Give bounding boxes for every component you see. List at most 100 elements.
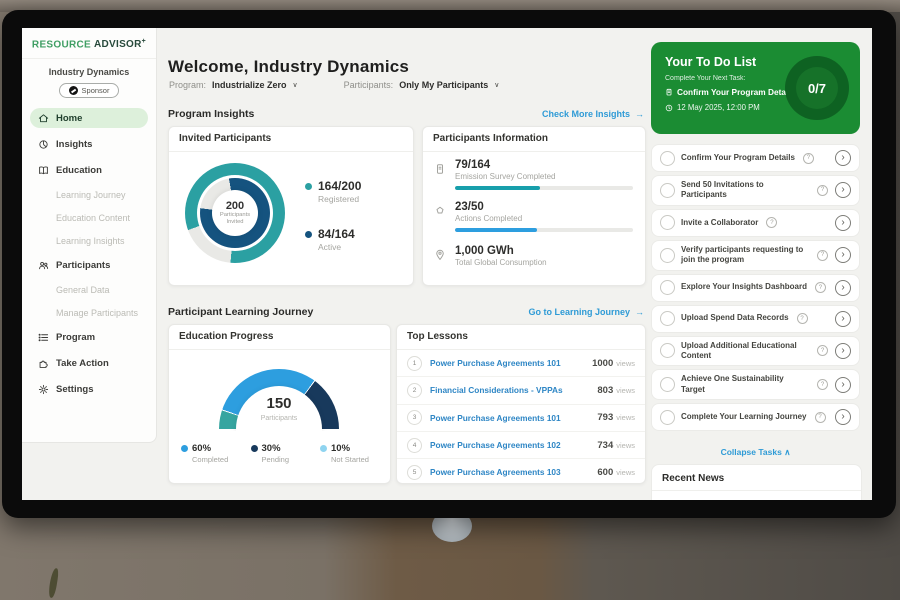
sidebar-item-manage-participants[interactable]: Manage Participants <box>30 304 148 321</box>
chevron-right-icon[interactable]: › <box>835 247 851 263</box>
task-checkbox[interactable] <box>660 248 675 263</box>
photo-background: RESOURCEADVISOR+ Industry Dynamics Spons… <box>0 0 900 600</box>
chevron-right-icon[interactable]: › <box>835 280 851 296</box>
rank-badge: 2 <box>407 383 422 398</box>
todo-hero-card: Your To Do List Complete Your Next Task:… <box>651 42 860 134</box>
participants-icon <box>38 260 49 271</box>
help-icon[interactable]: ? <box>803 153 814 164</box>
task-checkbox[interactable] <box>660 280 675 295</box>
monitor-bezel: RESOURCEADVISOR+ Industry Dynamics Spons… <box>2 10 896 518</box>
task-row-invite-collaborator[interactable]: Invite a Collaborator ? › <box>651 209 860 237</box>
help-icon[interactable]: ? <box>817 250 828 261</box>
task-row-achieve-sustainability-target[interactable]: Achieve One Sustainability Target ? › <box>651 369 860 400</box>
lesson-link[interactable]: Power Purchase Agreements 102 <box>430 440 597 450</box>
todo-progress-count: 0/7 <box>785 56 849 120</box>
task-checkbox[interactable] <box>660 151 675 166</box>
logo-plus: + <box>142 38 146 45</box>
chevron-right-icon[interactable]: › <box>835 377 851 393</box>
help-icon[interactable]: ? <box>815 412 826 423</box>
lesson-row[interactable]: 1 Power Purchase Agreements 101 1000 vie… <box>397 350 645 377</box>
sidebar-item-program[interactable]: Program <box>30 327 148 347</box>
lesson-link[interactable]: Power Purchase Agreements 101 <box>430 413 597 423</box>
task-row-complete-learning-journey[interactable]: Complete Your Learning Journey ? › <box>651 403 860 431</box>
lesson-row[interactable]: 4 Power Purchase Agreements 102 734 view… <box>397 432 645 459</box>
help-icon[interactable]: ? <box>797 313 808 324</box>
lesson-link[interactable]: Power Purchase Agreements 101 <box>430 358 592 368</box>
task-row-upload-educational-content[interactable]: Upload Additional Educational Content ? … <box>651 336 860 367</box>
participants-filter-dropdown[interactable]: Participants: Only My Participants ∨ <box>344 80 500 90</box>
participants-information-card: Participants Information 79/164 Emission… <box>422 126 646 286</box>
home-icon <box>38 113 49 124</box>
sidebar-item-insights[interactable]: Insights <box>30 134 148 154</box>
clock-icon <box>665 104 673 112</box>
help-icon[interactable]: ? <box>766 217 777 228</box>
card-title: Participants Information <box>423 127 645 152</box>
insights-icon <box>38 139 49 150</box>
lesson-row[interactable]: 2 Financial Considerations - VPPAs 803 v… <box>397 377 645 404</box>
chevron-down-icon: ∨ <box>494 81 499 89</box>
chevron-right-icon[interactable]: › <box>835 182 851 198</box>
todo-task-list: Confirm Your Program Details ? › Send 50… <box>651 144 860 431</box>
lesson-link[interactable]: Financial Considerations - VPPAs <box>430 385 597 395</box>
task-checkbox[interactable] <box>660 410 675 425</box>
recent-news-card: Recent News <box>651 464 862 500</box>
sidebar-item-general-data[interactable]: General Data <box>30 281 148 298</box>
task-checkbox[interactable] <box>660 343 675 358</box>
collapse-tasks-link[interactable]: Collapse Tasks ∧ <box>651 447 860 458</box>
lesson-row[interactable]: 5 Power Purchase Agreements 103 600 view… <box>397 459 645 485</box>
education-icon <box>38 165 49 176</box>
sidebar-item-learning-journey[interactable]: Learning Journey <box>30 186 148 203</box>
task-row-upload-spend-data[interactable]: Upload Spend Data Records ? › <box>651 305 860 333</box>
go-to-learning-journey-link[interactable]: Go to Learning Journey → <box>528 307 644 317</box>
lesson-row[interactable]: 3 Power Purchase Agreements 101 793 view… <box>397 405 645 432</box>
invited-donut-chart: 200 Participants Invited <box>185 163 285 263</box>
filter-bar: Program: Industrialize Zero ∨ Participan… <box>169 80 499 90</box>
chevron-right-icon[interactable]: › <box>835 311 851 327</box>
sidebar-item-settings[interactable]: Settings <box>30 379 148 399</box>
sidebar-item-participants[interactable]: Participants <box>30 255 148 275</box>
pending-dot <box>251 445 258 452</box>
task-row-explore-insights[interactable]: Explore Your Insights Dashboard ? › <box>651 274 860 302</box>
sidebar-item-take-action[interactable]: Take Action <box>30 353 148 373</box>
help-icon[interactable]: ? <box>815 282 826 293</box>
check-more-insights-link[interactable]: Check More Insights → <box>542 109 644 119</box>
task-checkbox[interactable] <box>660 183 675 198</box>
registered-dot <box>305 183 312 190</box>
task-checkbox[interactable] <box>660 215 675 230</box>
help-icon[interactable]: ? <box>817 345 828 356</box>
task-checkbox[interactable] <box>660 377 675 392</box>
sidebar-item-learning-insights[interactable]: Learning Insights <box>30 232 148 249</box>
education-gauge-chart: 150 Participants <box>219 369 339 431</box>
help-icon[interactable]: ? <box>817 185 828 196</box>
task-row-send-invitations[interactable]: Send 50 Invitations to Participants ? › <box>651 175 860 206</box>
chevron-right-icon[interactable]: › <box>835 215 851 231</box>
help-icon[interactable]: ? <box>817 379 828 390</box>
chevron-right-icon[interactable]: › <box>835 343 851 359</box>
chevron-right-icon[interactable]: › <box>835 409 851 425</box>
invited-center-label: Participants Invited <box>212 212 258 226</box>
sidebar-item-education[interactable]: Education <box>30 160 148 180</box>
task-row-verify-participants[interactable]: Verify participants requesting to join t… <box>651 240 860 271</box>
program-insights-header: Program Insights Check More Insights → <box>168 108 644 120</box>
todo-subtitle: Complete Your Next Task: <box>665 75 745 82</box>
app-logo: RESOURCEADVISOR+ <box>22 28 156 59</box>
page-title: Welcome, Industry Dynamics <box>168 57 409 77</box>
chevron-down-icon: ∨ <box>293 81 298 89</box>
actions-progress-bar <box>455 228 633 232</box>
top-lessons-card: Top Lessons 1 Power Purchase Agreements … <box>396 324 646 484</box>
info-row-survey: 79/164 Emission Survey Completed <box>433 159 633 190</box>
sidebar-item-education-content[interactable]: Education Content <box>30 209 148 226</box>
legend-completed: 60% Completed <box>181 443 245 464</box>
chevron-right-icon[interactable]: › <box>835 150 851 166</box>
task-checkbox[interactable] <box>660 311 675 326</box>
logo-text-secondary: ADVISOR <box>94 39 142 50</box>
lesson-link[interactable]: Power Purchase Agreements 103 <box>430 467 597 477</box>
info-row-actions: 23/50 Actions Completed <box>433 201 633 232</box>
sidebar-item-home[interactable]: Home <box>30 108 148 128</box>
sidebar-nav: Home Insights Education Learning Journey… <box>22 108 156 399</box>
clipboard-icon <box>665 88 673 96</box>
card-title: Invited Participants <box>169 127 413 152</box>
task-row-confirm-program-details[interactable]: Confirm Your Program Details ? › <box>651 144 860 172</box>
program-filter-dropdown[interactable]: Program: Industrialize Zero ∨ <box>169 80 298 90</box>
actions-progress-fill <box>455 228 537 232</box>
